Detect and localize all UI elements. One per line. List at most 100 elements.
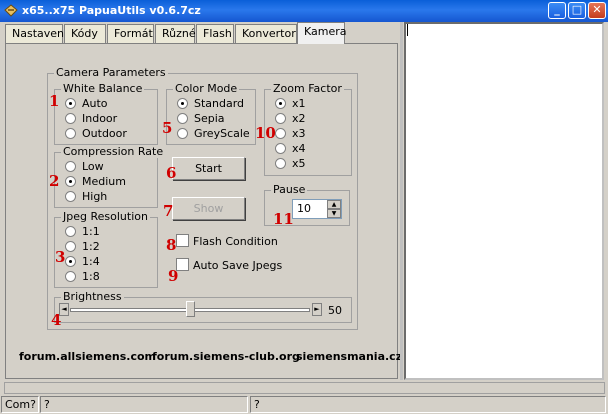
res-1-8-label: 1:8 xyxy=(82,270,100,283)
radio-unselected[interactable] xyxy=(65,241,76,252)
color-mode-group: Color Mode Standard Sepia GreyScale xyxy=(166,82,256,145)
radio-selected[interactable] xyxy=(65,176,76,187)
auto-save-label: Auto Save Jpegs xyxy=(193,259,283,272)
marker-9: 9 xyxy=(168,267,179,285)
status-field-1: ? xyxy=(40,396,248,413)
zoom-x4-radio[interactable]: x4 xyxy=(275,142,335,156)
maximize-button[interactable]: □ xyxy=(568,2,586,19)
minimize-button[interactable]: _ xyxy=(548,2,566,19)
zoom-factor-title: Zoom Factor xyxy=(271,82,344,95)
pause-title: Pause xyxy=(271,183,308,196)
tab-flash[interactable]: Flash xyxy=(196,24,234,43)
camera-parameters-title: Camera Parameters xyxy=(54,66,168,79)
zoom-x3-radio[interactable]: x3 xyxy=(275,127,335,141)
zoom-x5-label: x5 xyxy=(292,157,306,170)
radio-unselected[interactable] xyxy=(65,191,76,202)
close-button[interactable]: ✕ xyxy=(588,2,606,19)
radio-unselected[interactable] xyxy=(177,113,188,124)
tab-nastaveni[interactable]: Nastavení xyxy=(5,24,67,43)
compression-rate-group: Compression Rate Low Medium High xyxy=(54,145,166,208)
marker-6: 6 xyxy=(166,164,177,182)
compression-medium-radio[interactable]: Medium xyxy=(65,175,150,189)
zoom-x2-radio[interactable]: x2 xyxy=(275,112,335,126)
res-1-4-radio[interactable]: 1:4 xyxy=(65,255,150,269)
compression-rate-title: Compression Rate xyxy=(61,145,166,158)
zoom-x1-radio[interactable]: x1 xyxy=(275,97,335,111)
res-1-1-radio[interactable]: 1:1 xyxy=(65,225,150,239)
radio-unselected[interactable] xyxy=(65,128,76,139)
color-greyscale-radio[interactable]: GreyScale xyxy=(177,127,252,141)
spin-down-icon[interactable]: ▼ xyxy=(327,209,341,218)
radio-unselected[interactable] xyxy=(275,143,286,154)
color-greyscale-label: GreyScale xyxy=(194,127,250,140)
status-com: Com? xyxy=(1,396,39,413)
radio-unselected[interactable] xyxy=(275,128,286,139)
marker-1: 1 xyxy=(49,92,60,110)
scroll-right-icon[interactable]: ► xyxy=(312,303,322,316)
link-siemensmania[interactable]: siemensmania.cz xyxy=(296,350,402,363)
tab-ruzne[interactable]: Různé xyxy=(155,24,196,43)
title-bar[interactable]: x65..x75 PapuaUtils v0.6.7cz _ □ ✕ xyxy=(0,0,608,22)
radio-unselected[interactable] xyxy=(65,161,76,172)
marker-11: 11 xyxy=(273,210,294,228)
link-siemens-club[interactable]: forum.siemens-club.org xyxy=(152,350,300,363)
radio-selected[interactable] xyxy=(65,256,76,267)
pause-value[interactable]: 10 xyxy=(297,202,311,215)
camera-tab-page: Camera Parameters White Balance Auto Ind… xyxy=(5,43,402,379)
compression-medium-label: Medium xyxy=(82,175,126,188)
flash-condition-checkbox[interactable] xyxy=(176,234,189,247)
zoom-factor-group: Zoom Factor x1 x2 x3 x4 x5 xyxy=(264,82,352,176)
radio-unselected[interactable] xyxy=(65,113,76,124)
wb-outdoor-label: Outdoor xyxy=(82,127,127,140)
radio-unselected[interactable] xyxy=(275,158,286,169)
brightness-value: 50 xyxy=(328,304,342,317)
jpeg-resolution-group: Jpeg Resolution 1:1 1:2 1:4 1:8 xyxy=(54,210,158,288)
radio-selected[interactable] xyxy=(275,98,286,109)
color-sepia-radio[interactable]: Sepia xyxy=(177,112,252,126)
white-balance-title: White Balance xyxy=(61,82,145,95)
brightness-thumb[interactable] xyxy=(185,301,195,317)
radio-unselected[interactable] xyxy=(177,128,188,139)
color-standard-radio[interactable]: Standard xyxy=(177,97,252,111)
status-field-2: ? xyxy=(250,396,606,413)
zoom-x2-label: x2 xyxy=(292,112,306,125)
radio-unselected[interactable] xyxy=(65,226,76,237)
wb-outdoor-radio[interactable]: Outdoor xyxy=(65,127,150,141)
radio-unselected[interactable] xyxy=(65,271,76,282)
zoom-x3-label: x3 xyxy=(292,127,306,140)
wb-indoor-radio[interactable]: Indoor xyxy=(65,112,150,126)
tab-kamera[interactable]: Kamera xyxy=(297,22,347,44)
tab-kody[interactable]: Kódy xyxy=(64,24,106,43)
log-textarea[interactable] xyxy=(404,22,604,380)
show-button[interactable]: Show xyxy=(172,197,245,220)
brightness-group: Brightness ◄ ► 50 xyxy=(54,290,352,323)
color-sepia-label: Sepia xyxy=(194,112,225,125)
start-button[interactable]: Start xyxy=(172,157,245,180)
radio-selected[interactable] xyxy=(177,98,188,109)
zoom-x5-radio[interactable]: x5 xyxy=(275,157,335,171)
res-1-2-radio[interactable]: 1:2 xyxy=(65,240,150,254)
bottom-scrollbar[interactable] xyxy=(4,382,605,394)
link-allsiemens[interactable]: forum.allsiemens.com xyxy=(19,350,156,363)
white-balance-group: White Balance Auto Indoor Outdoor xyxy=(54,82,158,145)
spin-up-icon[interactable]: ▲ xyxy=(327,200,341,209)
brightness-title: Brightness xyxy=(61,290,124,303)
tab-konvertor[interactable]: Konvertor xyxy=(235,24,297,43)
marker-4: 4 xyxy=(51,311,62,329)
compression-high-radio[interactable]: High xyxy=(65,190,150,204)
res-1-8-radio[interactable]: 1:8 xyxy=(65,270,150,284)
flash-condition-label: Flash Condition xyxy=(193,235,278,248)
marker-10: 10 xyxy=(255,124,276,142)
wb-auto-radio[interactable]: Auto xyxy=(65,97,150,111)
pause-spinner[interactable]: 10 ▲ ▼ xyxy=(292,199,342,219)
zoom-x4-label: x4 xyxy=(292,142,306,155)
compression-low-radio[interactable]: Low xyxy=(65,160,150,174)
radio-unselected[interactable] xyxy=(275,113,286,124)
res-1-4-label: 1:4 xyxy=(82,255,100,268)
tab-format[interactable]: Formát xyxy=(107,24,154,43)
pane-splitter[interactable] xyxy=(400,22,403,380)
jpeg-resolution-title: Jpeg Resolution xyxy=(61,210,150,223)
text-caret xyxy=(407,24,408,36)
radio-selected[interactable] xyxy=(65,98,76,109)
app-icon xyxy=(4,4,18,17)
